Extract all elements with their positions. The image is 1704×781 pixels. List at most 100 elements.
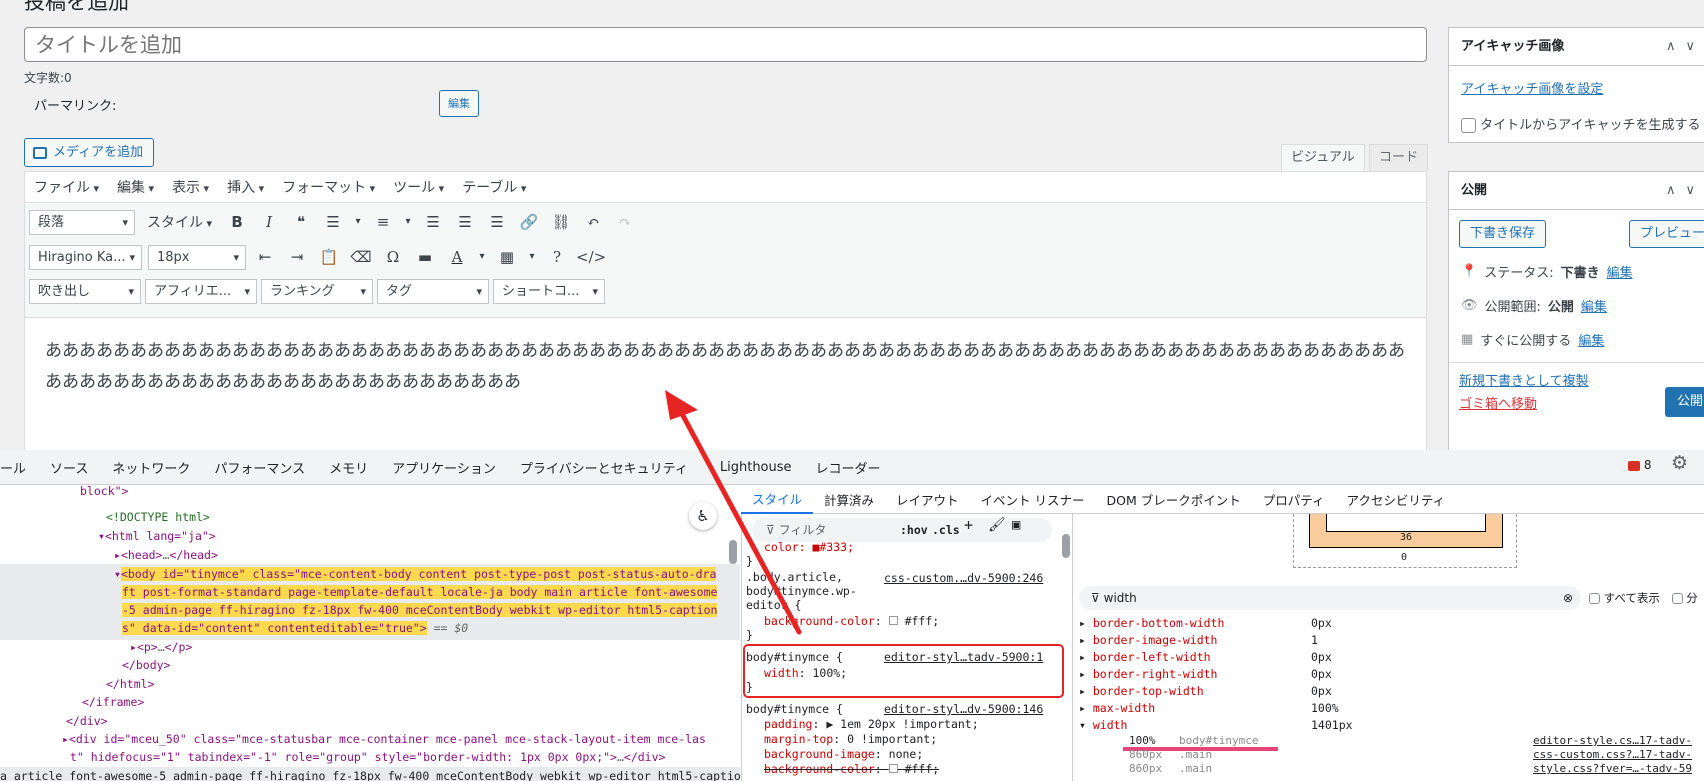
computed-row[interactable]: ▸ border-left-width 0px (1079, 649, 1699, 666)
width-source-row[interactable]: 100% body#tinymce editor-style.cs…17-tadv- (1079, 734, 1699, 748)
tree-head[interactable]: ▸<head>…</head> (114, 546, 218, 565)
numbered-list-icon[interactable]: ≡ (370, 209, 396, 235)
title-input[interactable] (24, 27, 1427, 62)
align-center-icon[interactable]: ☰ (452, 209, 478, 235)
permalink-edit-button[interactable]: 編集 (439, 90, 479, 117)
subtab-listeners[interactable]: イベント リスナー (970, 490, 1096, 509)
affiliate-select[interactable]: アフィリエ... (145, 279, 257, 304)
font-size-select[interactable]: 18px (148, 244, 246, 270)
align-left-icon[interactable]: ☰ (420, 209, 446, 235)
clear-filter-icon[interactable]: ⊗ (1563, 586, 1573, 610)
tree-p[interactable]: ▸<p>…</p> (130, 638, 192, 657)
menu-edit[interactable]: 編集 (117, 177, 154, 197)
hov-toggle[interactable]: :hov (900, 523, 928, 537)
computed-filter[interactable]: ⊽ width ⊗ (1079, 586, 1581, 610)
computed-row[interactable]: ▸ border-bottom-width 0px (1079, 615, 1699, 632)
tab-lighthouse[interactable]: Lighthouse (700, 460, 804, 475)
new-rule-icon[interactable]: + (964, 518, 973, 533)
rule3-decl-overridden[interactable]: background-color: #fff; (764, 762, 939, 776)
subtab-layout[interactable]: レイアウト (885, 490, 970, 509)
tab-sources[interactable]: ソース (38, 458, 100, 477)
format-select[interactable]: 段落 (29, 209, 135, 235)
rule3-decl[interactable]: padding: ▶ 1em 20px !important; (764, 717, 979, 731)
table-dropdown-icon[interactable]: ▾ (526, 244, 538, 270)
link-icon[interactable]: 🔗 (516, 209, 542, 235)
blockquote-icon[interactable]: ❝ (288, 209, 314, 235)
help-icon[interactable]: ? (544, 244, 570, 270)
sidebar-toggle-icon[interactable]: ▣ (1012, 518, 1020, 532)
redo-icon[interactable]: ↷ (612, 209, 638, 235)
tree-body[interactable]: ▾<body id="tinymce" class="mce-content-b… (114, 565, 717, 584)
tree-html[interactable]: ▾<html lang="ja"> (98, 527, 216, 546)
tab-network[interactable]: ネットワーク (100, 458, 202, 477)
tree-body-cont[interactable]: -5 admin-page ff-hiragino fz-18px fw-400… (122, 601, 718, 620)
computed-row[interactable]: ▸ border-right-width 0px (1079, 666, 1699, 683)
computed-row[interactable]: ▸ border-top-width 0px (1079, 683, 1699, 700)
generate-featured-checkbox[interactable] (1461, 118, 1476, 133)
bullet-list-icon[interactable]: ☰ (320, 209, 346, 235)
align-right-icon[interactable]: ☰ (484, 209, 510, 235)
balloon-select[interactable]: 吹き出し (29, 279, 141, 304)
tree-statusbar-cont[interactable]: t" hidefocus="1" tabindex="-1" role="gro… (70, 748, 665, 767)
eraser-icon[interactable]: ⌫ (348, 244, 374, 270)
editor-content[interactable]: ああああああああああああああああああああああああああああああああああああああああ… (45, 336, 1415, 398)
italic-icon[interactable]: I (256, 209, 282, 235)
tree-line[interactable]: block"> (80, 482, 128, 501)
computed-row-width[interactable]: ▾ width 1401px (1079, 717, 1699, 734)
menu-view[interactable]: 表示 (172, 177, 209, 197)
visibility-edit-link[interactable]: 編集 (1581, 296, 1607, 315)
error-badge[interactable]: 8 (1628, 458, 1651, 472)
rule3-decl[interactable]: margin-top: 0 !important; (764, 732, 937, 746)
text-color-dropdown-icon[interactable]: ▾ (476, 244, 488, 270)
schedule-edit-link[interactable]: 編集 (1578, 330, 1604, 349)
outdent-icon[interactable]: ⇤ (252, 244, 278, 270)
code-icon[interactable]: </> (576, 244, 606, 270)
undo-icon[interactable]: ↶ (580, 209, 606, 235)
tree-iframe-close[interactable]: </iframe> (82, 693, 144, 712)
rule1-decl[interactable]: background-color: #fff; (764, 614, 939, 628)
tab-elements[interactable]: ール (0, 458, 38, 477)
status-edit-link[interactable]: 編集 (1607, 262, 1633, 281)
copy-draft-link[interactable]: 新規下書きとして複製 (1459, 370, 1589, 389)
rule3-source[interactable]: editor-styl…dv-5900:146 (884, 702, 1043, 716)
menu-format[interactable]: フォーマット (282, 177, 375, 197)
tab-recorder[interactable]: レコーダー (804, 458, 893, 477)
subtab-styles[interactable]: スタイル (741, 486, 814, 514)
rule1-selector[interactable]: .body.article, body#tinymce.wp-editor { (746, 570, 876, 612)
elements-scrollbar[interactable] (729, 540, 737, 564)
save-draft-button[interactable]: 下書き保存 (1459, 220, 1547, 248)
trash-link[interactable]: ゴミ箱へ移動 (1459, 393, 1537, 412)
computed-row[interactable]: ▸ max-width 100% (1079, 700, 1699, 717)
menu-file[interactable]: ファイル (34, 177, 99, 197)
show-all-checkbox[interactable] (1589, 593, 1600, 604)
tab-memory[interactable]: メモリ (317, 458, 380, 477)
tree-body-cont[interactable]: s" data-id="content" contenteditable="tr… (122, 619, 468, 638)
width-source-row[interactable]: 860px .main style.css?fver=…-tadv-59 (1079, 762, 1699, 776)
shortcode-select[interactable]: ショートコ... (493, 279, 605, 304)
tab-performance[interactable]: パフォーマンス (202, 458, 317, 477)
bullet-list-dropdown-icon[interactable]: ▾ (352, 209, 364, 235)
subtab-accessibility[interactable]: アクセシビリティ (1336, 490, 1457, 509)
tab-application[interactable]: アプリケーション (380, 458, 508, 477)
menu-table[interactable]: テーブル (462, 177, 526, 197)
breadcrumb-bar[interactable]: a article font-awesome-5 admin-page ff-h… (0, 767, 740, 781)
rule1-source[interactable]: css-custom.…dv-5900:246 (884, 571, 1043, 585)
preview-button[interactable]: プレビュー (1629, 220, 1704, 248)
group-checkbox[interactable] (1671, 593, 1683, 604)
tab-privacy[interactable]: プライバシーとセキュリティ (508, 458, 700, 477)
add-media-button[interactable]: メディアを追加 (24, 138, 155, 167)
styles-scrollbar[interactable] (1062, 534, 1070, 558)
unlink-icon[interactable]: ⛓ (548, 209, 574, 235)
subtab-computed[interactable]: 計算済み (813, 490, 885, 509)
set-featured-link[interactable]: アイキャッチ画像を設定 (1461, 78, 1603, 97)
tree-statusbar[interactable]: ▸<div id="mceu_50" class="mce-statusbar … (62, 730, 706, 749)
box-toggle-icons[interactable]: ∧∨ (1666, 172, 1704, 209)
cls-toggle[interactable]: .cls (932, 523, 960, 537)
tree-body-close[interactable]: </body> (122, 656, 170, 675)
tab-code[interactable]: コード (1369, 144, 1429, 171)
paint-icon[interactable]: 🖌 (988, 518, 1006, 532)
bold-icon[interactable]: B (224, 209, 250, 235)
tree-doctype[interactable]: <!DOCTYPE html> (106, 508, 210, 527)
numbered-list-dropdown-icon[interactable]: ▾ (402, 209, 414, 235)
font-select[interactable]: Hiragino Ka... (29, 244, 142, 270)
